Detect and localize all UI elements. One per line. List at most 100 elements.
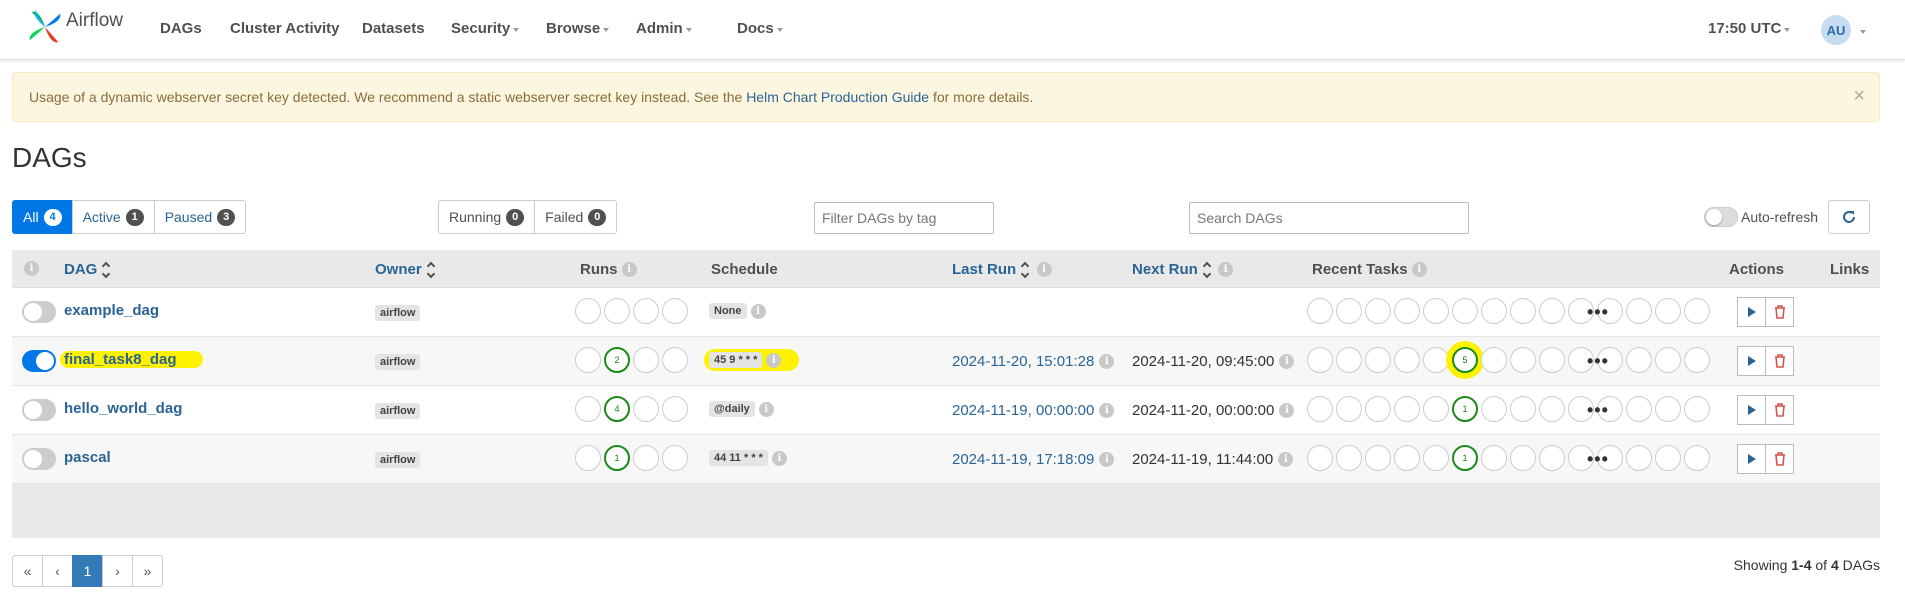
dag-link[interactable]: hello_world_dag: [64, 400, 182, 417]
page-last-button[interactable]: »: [132, 555, 163, 587]
header-next-run[interactable]: Next Run i: [1132, 261, 1234, 278]
pause-toggle[interactable]: [22, 399, 56, 421]
dag-link[interactable]: pascal: [64, 449, 111, 466]
trigger-dag-button[interactable]: [1737, 444, 1766, 474]
nav-browse[interactable]: Browse: [546, 20, 610, 37]
task-state-circle[interactable]: [1481, 445, 1507, 471]
task-state-circle[interactable]: [1655, 298, 1681, 324]
tab-all[interactable]: All 4: [12, 200, 73, 234]
info-icon[interactable]: i: [771, 450, 787, 466]
task-state-circle[interactable]: [1655, 396, 1681, 422]
info-icon[interactable]: i: [1279, 354, 1295, 369]
timezone-menu[interactable]: 17:50 UTC: [1708, 20, 1791, 37]
task-state-circle[interactable]: [1510, 396, 1536, 422]
more-links-button[interactable]: •••: [1587, 449, 1609, 470]
dag-link[interactable]: example_dag: [64, 302, 159, 319]
task-state-circle[interactable]: [1307, 445, 1333, 471]
task-state-circle[interactable]: [1452, 298, 1478, 324]
run-state-circle[interactable]: [633, 347, 659, 373]
page-prev-button[interactable]: ‹: [42, 555, 73, 587]
trigger-dag-button[interactable]: [1737, 346, 1766, 376]
task-state-circle[interactable]: [1626, 298, 1652, 324]
close-icon[interactable]: ×: [1853, 85, 1865, 108]
nav-docs[interactable]: Docs: [737, 20, 783, 37]
helm-chart-guide-link[interactable]: Helm Chart Production Guide: [746, 89, 929, 105]
task-state-circle[interactable]: 5: [1452, 347, 1478, 373]
task-state-circle[interactable]: [1365, 347, 1391, 373]
task-state-circle[interactable]: [1481, 396, 1507, 422]
task-state-circle[interactable]: [1423, 298, 1449, 324]
last-run-cell[interactable]: 2024-11-19, 17:18:09 i: [952, 451, 1115, 468]
task-state-circle[interactable]: [1684, 396, 1710, 422]
task-state-circle[interactable]: [1655, 445, 1681, 471]
header-last-run[interactable]: Last Run i: [952, 261, 1052, 278]
info-icon[interactable]: i: [621, 262, 637, 277]
tag-filter-input[interactable]: [814, 202, 994, 234]
info-icon[interactable]: i: [1218, 262, 1234, 277]
pause-toggle[interactable]: [22, 350, 56, 372]
run-state-circle[interactable]: [662, 445, 688, 471]
task-state-circle[interactable]: [1626, 347, 1652, 373]
task-state-circle[interactable]: [1481, 298, 1507, 324]
task-state-circle[interactable]: [1626, 396, 1652, 422]
header-dag[interactable]: DAG: [64, 261, 111, 278]
info-icon[interactable]: i: [1099, 403, 1115, 418]
run-state-circle[interactable]: [575, 396, 601, 422]
delete-dag-button[interactable]: [1765, 395, 1794, 425]
run-state-circle[interactable]: 1: [604, 445, 630, 471]
info-icon[interactable]: i: [1278, 452, 1294, 467]
trigger-dag-button[interactable]: [1737, 395, 1766, 425]
task-state-circle[interactable]: [1423, 347, 1449, 373]
info-icon[interactable]: i: [758, 401, 774, 417]
info-icon[interactable]: i: [1279, 403, 1295, 418]
info-icon[interactable]: i: [1099, 452, 1115, 467]
tab-active[interactable]: Active 1: [71, 200, 155, 234]
task-state-circle[interactable]: [1394, 396, 1420, 422]
task-state-circle[interactable]: [1336, 445, 1362, 471]
run-state-circle[interactable]: [633, 396, 659, 422]
task-state-circle[interactable]: [1394, 445, 1420, 471]
more-links-button[interactable]: •••: [1587, 351, 1609, 372]
refresh-button[interactable]: [1828, 200, 1870, 234]
task-state-circle[interactable]: [1423, 445, 1449, 471]
info-icon[interactable]: i: [1099, 354, 1115, 369]
task-state-circle[interactable]: [1539, 347, 1565, 373]
nav-cluster-activity[interactable]: Cluster Activity: [230, 20, 339, 37]
task-state-circle[interactable]: [1539, 298, 1565, 324]
owner-tag[interactable]: airflow: [375, 452, 421, 468]
delete-dag-button[interactable]: [1765, 346, 1794, 376]
task-state-circle[interactable]: [1394, 347, 1420, 373]
task-state-circle[interactable]: [1336, 298, 1362, 324]
more-links-button[interactable]: •••: [1587, 400, 1609, 421]
task-state-circle[interactable]: [1684, 298, 1710, 324]
task-state-circle[interactable]: [1510, 298, 1536, 324]
search-input[interactable]: [1189, 202, 1469, 234]
run-state-circle[interactable]: 2: [604, 347, 630, 373]
page-current-button[interactable]: 1: [72, 555, 103, 587]
user-avatar[interactable]: AU: [1821, 15, 1851, 45]
pause-toggle[interactable]: [22, 301, 56, 323]
task-state-circle[interactable]: [1510, 347, 1536, 373]
owner-tag[interactable]: airflow: [375, 305, 421, 321]
run-state-circle[interactable]: [633, 445, 659, 471]
task-state-circle[interactable]: [1307, 396, 1333, 422]
task-state-circle[interactable]: [1626, 445, 1652, 471]
info-icon[interactable]: i: [1036, 262, 1052, 277]
dag-link[interactable]: final_task8_dag: [60, 351, 203, 368]
run-state-circle[interactable]: [662, 396, 688, 422]
trigger-dag-button[interactable]: [1737, 297, 1766, 327]
task-state-circle[interactable]: [1394, 298, 1420, 324]
nav-dags[interactable]: DAGs: [160, 20, 202, 37]
run-state-circle[interactable]: [662, 347, 688, 373]
brand[interactable]: Airflow: [26, 8, 123, 46]
run-state-circle[interactable]: 4: [604, 396, 630, 422]
task-state-circle[interactable]: [1365, 396, 1391, 422]
info-icon[interactable]: i: [1411, 262, 1427, 277]
task-state-circle[interactable]: [1336, 347, 1362, 373]
page-first-button[interactable]: «: [12, 555, 43, 587]
task-state-circle[interactable]: [1684, 347, 1710, 373]
task-state-circle[interactable]: [1539, 396, 1565, 422]
info-icon[interactable]: i: [750, 303, 766, 319]
tab-failed[interactable]: Failed 0: [534, 200, 618, 234]
page-next-button[interactable]: ›: [102, 555, 133, 587]
